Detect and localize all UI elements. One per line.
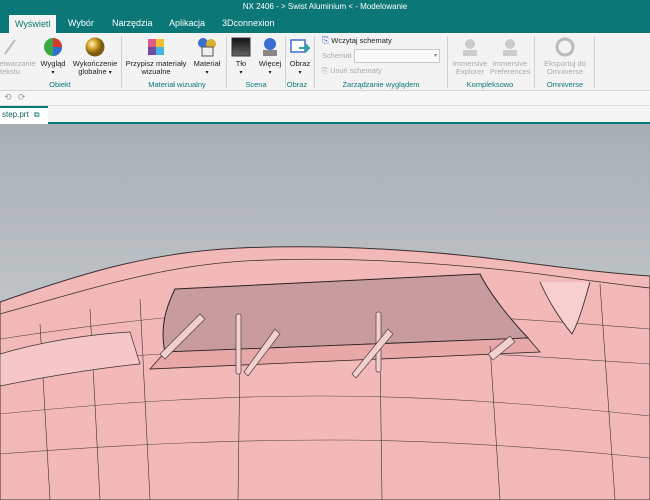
preferences-label: Preferences bbox=[490, 67, 531, 76]
tab-3dconnexion[interactable]: 3Dconnexion bbox=[216, 13, 281, 33]
delete-scheme-icon: ⎘ bbox=[322, 66, 328, 75]
wczytaj-label: Wczytaj schematy bbox=[331, 36, 392, 45]
immersive-preferences-icon bbox=[503, 39, 517, 56]
3d-model bbox=[0, 246, 650, 500]
wyglad-button[interactable]: Wygląd ▾ bbox=[38, 36, 68, 77]
background-icon bbox=[231, 37, 251, 57]
gold-sphere-icon bbox=[85, 37, 105, 57]
material-button[interactable]: Materiał ▾ bbox=[190, 36, 224, 77]
tab-aplikacja[interactable]: Aplikacja bbox=[163, 13, 211, 33]
group-divider bbox=[594, 36, 595, 88]
usun-label: Usuń schematy bbox=[330, 66, 382, 75]
quick-access-bar: ⟲ ⟳ bbox=[0, 91, 650, 106]
group-divider bbox=[314, 36, 315, 88]
immersive-explorer-icon bbox=[463, 39, 477, 56]
load-scheme-icon: ⎘ bbox=[322, 35, 330, 45]
group-divider bbox=[534, 36, 535, 88]
chevron-down-icon: ▾ bbox=[51, 70, 55, 76]
tab-wybor[interactable]: Wybór bbox=[62, 13, 100, 33]
globalne-label: globalne bbox=[78, 67, 107, 76]
schemat-label: Schemat bbox=[322, 51, 352, 60]
scene-more-icon bbox=[263, 38, 277, 56]
pie-chart-icon bbox=[44, 38, 62, 56]
explorer-label: Explorer bbox=[456, 67, 484, 76]
wykonczenie-globalne-button[interactable]: Wykończenie globalne ▾ bbox=[70, 36, 120, 77]
group-title-omniverse: Omniverse bbox=[546, 80, 584, 89]
ribbon-tab-bar: Wyświetl Wybór Narzędzia Aplikacja 3Dcon… bbox=[0, 13, 650, 35]
immersive-explorer-button[interactable]: Immersive Explorer bbox=[450, 36, 490, 76]
przetwarzanie-label-2: tekstu bbox=[0, 67, 20, 76]
group-title-kompleksowo: Kompleksowo bbox=[466, 80, 514, 89]
usun-schematy-button[interactable]: ⎘ Usuń schematy bbox=[322, 67, 402, 75]
window-title: NX 2406 - > Swist Aluminium < - Modelowa… bbox=[0, 0, 650, 13]
przetwarzanie-tekstu-button[interactable]: Przetwarzanie tekstu bbox=[0, 36, 36, 76]
group-title-scena: Scena bbox=[245, 80, 267, 89]
tab-narzedzia[interactable]: Narzędzia bbox=[106, 13, 159, 33]
eksportuj-omniverse-button[interactable]: Eksportuj do Omniverse bbox=[537, 36, 593, 76]
chevron-down-icon: ▾ bbox=[298, 70, 302, 76]
wiecej-label: Więcej bbox=[258, 59, 282, 68]
schemat-dropdown[interactable]: ▾ bbox=[354, 49, 440, 63]
document-tab-label: step.prt bbox=[2, 110, 29, 119]
tab-wyswietl[interactable]: Wyświetl bbox=[9, 15, 57, 35]
wyglad-label: Wygląd bbox=[40, 59, 66, 68]
pin-icon[interactable]: ⧉ bbox=[34, 110, 40, 119]
chevron-down-icon: ▾ bbox=[268, 70, 272, 76]
chevron-down-icon: ▾ bbox=[205, 70, 209, 76]
wizualne-label: wizualne bbox=[141, 67, 171, 76]
undo-icon[interactable]: ⟲ bbox=[4, 92, 12, 103]
wczytaj-schematy-button[interactable]: ⎘ Wczytaj schematy bbox=[322, 36, 402, 45]
redo-icon[interactable]: ⟳ bbox=[18, 92, 26, 103]
text-processing-icon bbox=[4, 39, 16, 55]
group-title-material: Materiał wizualny bbox=[148, 80, 206, 89]
wiecej-button[interactable]: Więcej ▾ bbox=[256, 36, 284, 77]
material-label: Materiał bbox=[193, 59, 221, 68]
image-export-icon bbox=[290, 39, 311, 53]
assign-material-icon bbox=[148, 39, 164, 55]
group-divider bbox=[226, 36, 227, 88]
immersive-preferences-button[interactable]: Immersive Preferences bbox=[490, 36, 530, 76]
omniverse-label: Omniverse bbox=[546, 67, 584, 76]
obraz-button[interactable]: Obraz ▾ bbox=[287, 36, 313, 77]
group-title-obiekt: Obiekt bbox=[49, 80, 71, 89]
chevron-down-icon: ▾ bbox=[239, 70, 243, 76]
material-spheres-icon bbox=[198, 38, 216, 57]
document-tab[interactable]: step.prt ⧉ ✕ bbox=[0, 106, 48, 133]
group-title-zarzadzanie: Zarządzanie wyglądem bbox=[342, 80, 420, 89]
przypisz-materialy-button[interactable]: Przypisz materiały wizualne bbox=[124, 36, 188, 76]
group-divider bbox=[121, 36, 122, 88]
group-title-obraz: Obraz bbox=[286, 80, 308, 89]
obraz-label: Obraz bbox=[289, 59, 311, 68]
tlo-label: Tło bbox=[235, 59, 247, 68]
tlo-button[interactable]: Tło ▾ bbox=[228, 36, 254, 77]
group-divider bbox=[447, 36, 448, 88]
omniverse-icon bbox=[555, 37, 575, 57]
chevron-down-icon: ▾ bbox=[433, 53, 437, 59]
graphics-viewport[interactable] bbox=[0, 124, 650, 500]
document-tab-bar: step.prt ⧉ ✕ bbox=[0, 106, 650, 133]
chevron-down-icon: ▾ bbox=[108, 70, 112, 76]
